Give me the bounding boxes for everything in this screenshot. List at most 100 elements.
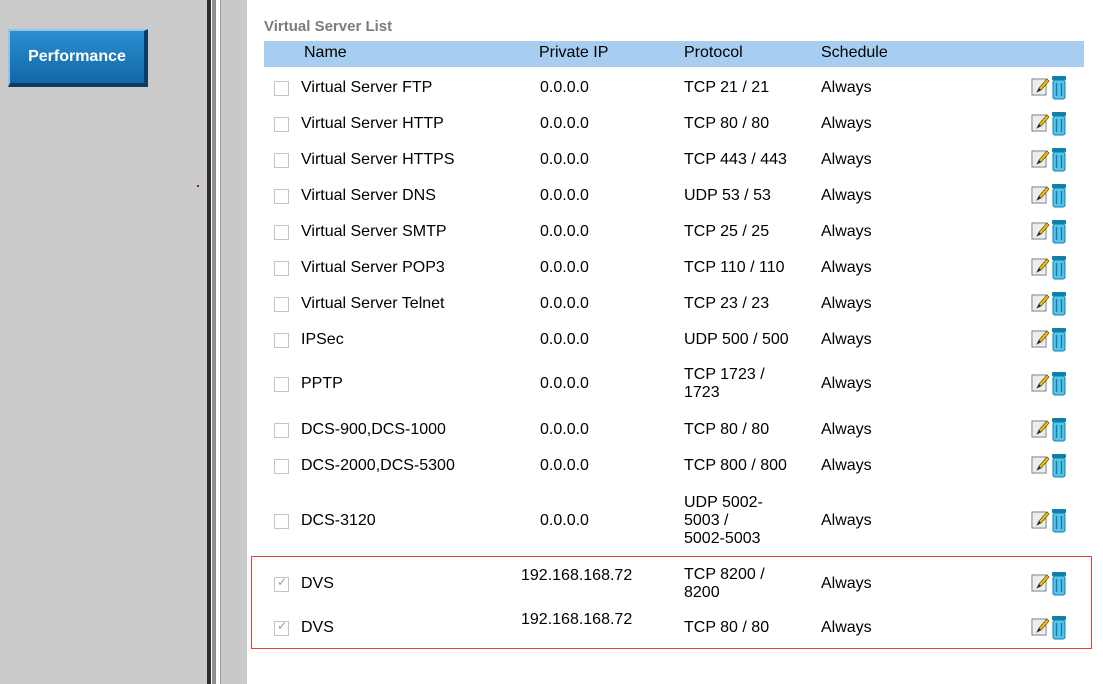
edit-icon[interactable] — [1031, 455, 1050, 475]
table-row: DCS-900,DCS-1000 0.0.0.0 TCP 80 / 80 Always — [264, 414, 1084, 446]
row-schedule: Always — [821, 295, 872, 312]
row-name: DCS-2000,DCS-5300 — [301, 457, 455, 474]
table-row: Virtual Server HTTPS 0.0.0.0 TCP 443 / 443… — [264, 144, 1084, 176]
row-protocol: TCP 80 / 80 — [684, 421, 770, 438]
row-checkbox[interactable] — [274, 153, 289, 168]
trash-icon[interactable] — [1052, 148, 1066, 172]
row-checkbox[interactable] — [274, 423, 289, 438]
row-name: PPTP — [301, 375, 343, 392]
row-protocol: TCP 1723 / 1723 — [684, 366, 765, 401]
row-protocol: TCP 25 / 25 — [684, 223, 770, 240]
trash-icon[interactable] — [1052, 76, 1066, 100]
table-row: Virtual Server Telnet 0.0.0.0 TCP 23 / 23 A… — [264, 288, 1084, 320]
row-checkbox[interactable] — [274, 377, 289, 392]
edit-icon[interactable] — [1031, 419, 1050, 439]
table-row: PPTP 0.0.0.0 TCP 1723 / 1723 Always — [264, 360, 1084, 408]
trash-icon[interactable] — [1052, 184, 1066, 208]
row-checkbox[interactable] — [274, 189, 289, 204]
divider-dark — [207, 0, 211, 684]
row-checkbox[interactable] — [274, 459, 289, 474]
sidebar: Performance — [0, 0, 207, 684]
row-schedule: Always — [821, 512, 872, 529]
row-checkbox[interactable] — [274, 333, 289, 348]
trash-icon[interactable] — [1052, 328, 1066, 352]
edit-icon[interactable] — [1031, 257, 1050, 277]
row-private-ip: 0.0.0.0 — [540, 79, 589, 96]
header-name: Name — [304, 44, 347, 61]
row-protocol: TCP 110 / 110 — [684, 259, 785, 276]
table-row: Virtual Server SMTP 0.0.0.0 TCP 25 / 25 Alw… — [264, 216, 1084, 248]
row-schedule: Always — [821, 151, 872, 168]
row-protocol: TCP 800 / 800 — [684, 457, 787, 474]
row-protocol: TCP 443 / 443 — [684, 151, 787, 168]
row-private-ip: 0.0.0.0 — [540, 187, 589, 204]
header-protocol: Protocol — [684, 44, 743, 61]
edit-icon[interactable] — [1031, 113, 1050, 133]
trash-icon[interactable] — [1052, 372, 1066, 396]
row-name: Virtual Server FTP — [301, 79, 433, 96]
edit-icon[interactable] — [1031, 510, 1050, 530]
row-protocol: UDP 53 / 53 — [684, 187, 771, 204]
list-title: Virtual Server List — [264, 18, 393, 35]
row-schedule: Always — [821, 457, 872, 474]
row-protocol: TCP 21 / 21 — [684, 79, 770, 96]
scroll-gutter — [220, 0, 247, 684]
table-row: Virtual Server FTP 0.0.0.0 TCP 21 / 21 Alwa… — [264, 72, 1084, 104]
row-private-ip: 0.0.0.0 — [540, 375, 589, 392]
row-schedule: Always — [821, 223, 872, 240]
row-protocol: TCP 80 / 80 — [684, 115, 770, 132]
row-private-ip: 0.0.0.0 — [540, 223, 589, 240]
table-row: IPSec 0.0.0.0 UDP 500 / 500 Always — [264, 324, 1084, 356]
row-protocol: TCP 23 / 23 — [684, 295, 770, 312]
trash-icon[interactable] — [1052, 292, 1066, 316]
edit-icon[interactable] — [1031, 293, 1050, 313]
edit-icon[interactable] — [1031, 149, 1050, 169]
table-row: DCS-3120 0.0.0.0 UDP 5002-5003 / 5002-5003… — [264, 486, 1084, 556]
row-private-ip: 0.0.0.0 — [540, 512, 589, 529]
edit-icon[interactable] — [1031, 185, 1050, 205]
edit-icon[interactable] — [1031, 373, 1050, 393]
row-checkbox[interactable] — [274, 297, 289, 312]
row-name: Virtual Server HTTP — [301, 115, 444, 132]
row-checkbox[interactable] — [274, 117, 289, 132]
row-checkbox[interactable] — [274, 261, 289, 276]
trash-icon[interactable] — [1052, 256, 1066, 280]
trash-icon[interactable] — [1052, 509, 1066, 533]
table-row: Virtual Server HTTP 0.0.0.0 TCP 80 / 80 Alw… — [264, 108, 1084, 140]
row-protocol: UDP 5002-5003 / 5002-5003 — [684, 494, 763, 547]
row-protocol: UDP 500 / 500 — [684, 331, 789, 348]
row-name: IPSec — [301, 331, 344, 348]
edit-icon[interactable] — [1031, 329, 1050, 349]
row-checkbox[interactable] — [274, 514, 289, 529]
row-checkbox[interactable] — [274, 81, 289, 96]
row-schedule: Always — [821, 375, 872, 392]
row-schedule: Always — [821, 115, 872, 132]
edit-icon[interactable] — [1031, 221, 1050, 241]
trash-icon[interactable] — [1052, 418, 1066, 442]
table-header: Name Private IP Protocol Schedule — [264, 41, 1084, 67]
trash-icon[interactable] — [1052, 112, 1066, 136]
trash-icon[interactable] — [1052, 454, 1066, 478]
trash-icon[interactable] — [1052, 220, 1066, 244]
row-name: Virtual Server HTTPS — [301, 151, 455, 168]
row-name: Virtual Server SMTP — [301, 223, 447, 240]
red-dot — [197, 185, 199, 187]
row-name: Virtual Server Telnet — [301, 295, 445, 312]
row-private-ip: 0.0.0.0 — [540, 115, 589, 132]
performance-button[interactable]: Performance — [8, 29, 148, 87]
row-schedule: Always — [821, 79, 872, 96]
row-schedule: Always — [821, 421, 872, 438]
row-name: DCS-3120 — [301, 512, 376, 529]
row-name: DCS-900,DCS-1000 — [301, 421, 446, 438]
row-private-ip: 0.0.0.0 — [540, 457, 589, 474]
row-name: Virtual Server DNS — [301, 187, 436, 204]
row-schedule: Always — [821, 331, 872, 348]
dvs-highlight-box — [251, 556, 1092, 649]
row-private-ip: 0.0.0.0 — [540, 421, 589, 438]
row-private-ip: 0.0.0.0 — [540, 331, 589, 348]
row-schedule: Always — [821, 187, 872, 204]
row-schedule: Always — [821, 259, 872, 276]
table-row: DCS-2000,DCS-5300 0.0.0.0 TCP 800 / 800 Alw… — [264, 450, 1084, 482]
edit-icon[interactable] — [1031, 77, 1050, 97]
row-checkbox[interactable] — [274, 225, 289, 240]
